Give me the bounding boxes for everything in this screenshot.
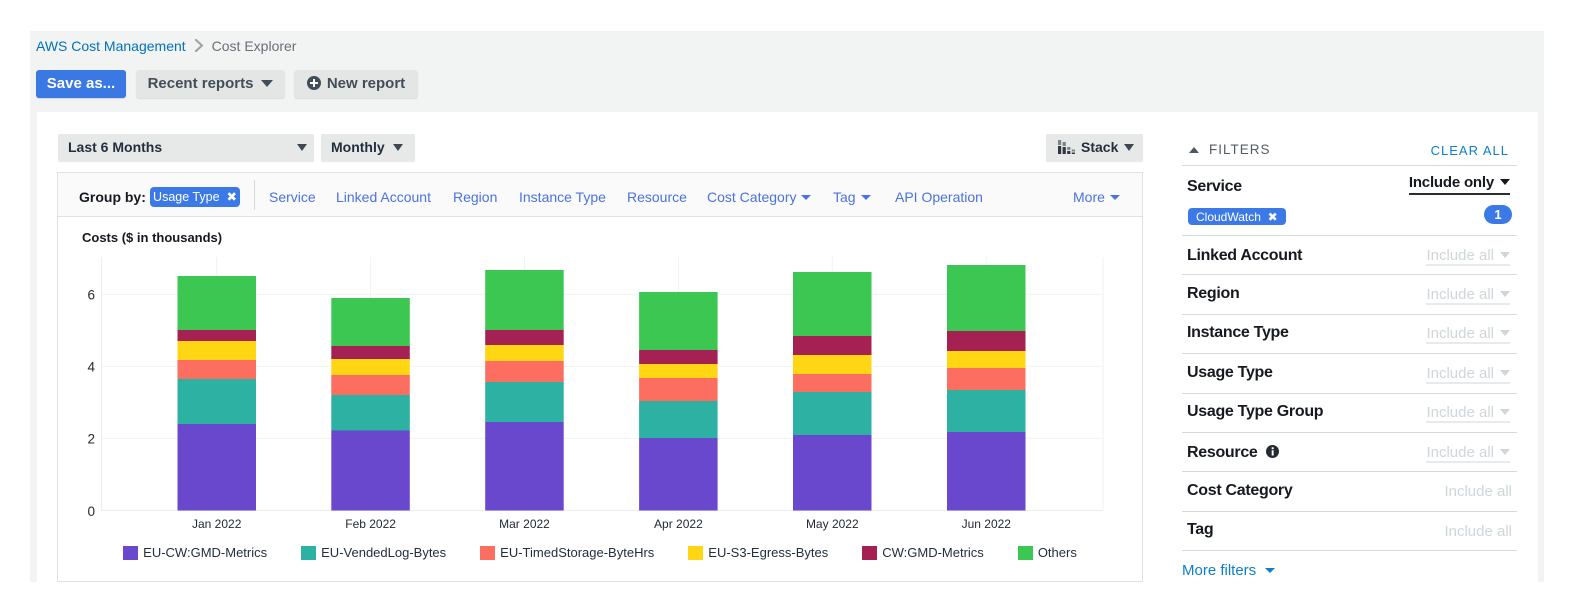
svg-text:6: 6 (87, 287, 95, 302)
svg-text:Feb 2022: Feb 2022 (345, 517, 396, 531)
svg-text:Mar 2022: Mar 2022 (499, 517, 550, 531)
svg-text:Jan 2022: Jan 2022 (192, 517, 242, 531)
svg-text:Jun 2022: Jun 2022 (962, 517, 1012, 531)
svg-text:0: 0 (87, 504, 95, 519)
svg-text:May 2022: May 2022 (806, 517, 859, 531)
svg-text:Apr 2022: Apr 2022 (654, 517, 703, 531)
svg-text:4: 4 (87, 359, 95, 374)
svg-text:2: 2 (87, 431, 95, 446)
